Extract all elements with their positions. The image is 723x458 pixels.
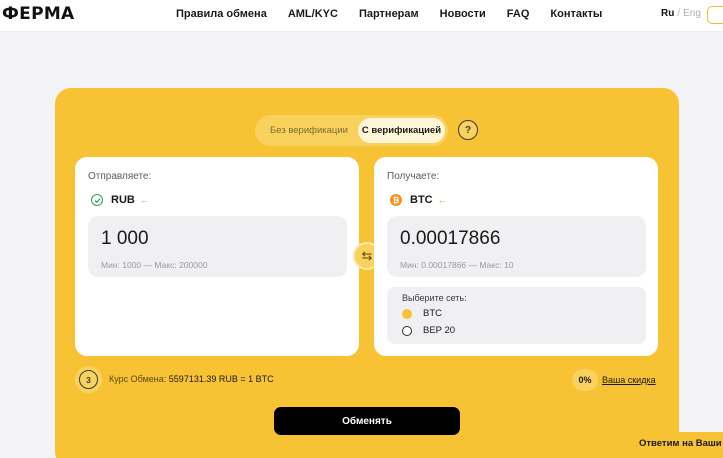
network-selector: Выберите сеть: BTC BEP 20: [387, 287, 646, 344]
question-circle-icon[interactable]: ?: [458, 120, 478, 140]
arrow-left-icon: ←: [139, 195, 149, 205]
bitcoin-icon: ₿: [390, 194, 402, 206]
network-option-label: BTC: [423, 308, 442, 319]
lang-ru[interactable]: Ru: [661, 8, 674, 19]
check-circle-icon: [91, 194, 103, 206]
discount-badge: 0%: [572, 369, 598, 391]
tab-with-verification[interactable]: С верификацией: [358, 118, 445, 143]
exchange-card: Без верификации С верификацией ? Отправл…: [55, 88, 679, 458]
nav-contacts[interactable]: Контакты: [550, 8, 602, 20]
main-nav: Правила обмена AML/KYC Партнерам Новости…: [176, 8, 623, 20]
send-label: Отправляете:: [88, 171, 152, 182]
nav-news[interactable]: Новости: [440, 8, 486, 20]
discount-link[interactable]: Ваша скидка: [602, 375, 656, 385]
nav-faq[interactable]: FAQ: [507, 8, 530, 20]
receive-currency-code: BTC: [410, 194, 433, 206]
lang-separator: /: [677, 8, 681, 19]
verification-toggle: Без верификации С верификацией: [255, 115, 448, 146]
send-amount-field[interactable]: 1 000 Мин: 1000 — Макс: 200000: [88, 216, 347, 277]
rate-value: 5597131.39 RUB = 1 BTC: [168, 374, 274, 384]
receive-label: Получаете:: [387, 171, 440, 182]
network-option-bep20[interactable]: BEP 20: [402, 325, 455, 336]
send-panel: Отправляете: RUB ← 1 000 Мин: 1000 — Мак…: [75, 157, 359, 356]
nav-rules[interactable]: Правила обмена: [176, 8, 267, 20]
exchange-button[interactable]: Обменять: [274, 407, 460, 435]
account-button[interactable]: [707, 6, 723, 24]
logo[interactable]: ФЕРМА: [2, 4, 75, 24]
exchange-rate: Курс Обмена: 5597131.39 RUB = 1 BTC: [109, 374, 274, 384]
send-currency-code: RUB: [111, 194, 135, 206]
lang-eng[interactable]: Eng: [683, 8, 701, 19]
receive-amount-value: 0.00017866: [400, 228, 501, 249]
tab-without-verification[interactable]: Без верификации: [261, 118, 357, 143]
receive-currency-selector[interactable]: ₿ BTC ←: [390, 194, 447, 206]
rate-countdown: 3: [79, 370, 98, 389]
rate-label: Курс Обмена:: [109, 374, 167, 384]
radio-selected[interactable]: [402, 308, 412, 319]
send-amount-value: 1 000: [101, 228, 149, 249]
network-option-label: BEP 20: [423, 325, 456, 336]
radio-unselected[interactable]: [402, 325, 412, 336]
receive-amount-field[interactable]: 0.00017866 Мин: 0.00017866 — Макс: 10: [387, 216, 646, 277]
network-title: Выберите сеть:: [402, 293, 467, 303]
network-option-btc[interactable]: BTC: [402, 308, 442, 319]
language-switcher: Ru / Eng: [661, 8, 701, 19]
receive-panel: Получаете: ₿ BTC ← 0.00017866 Мин: 0.000…: [374, 157, 658, 356]
receive-limits: Мин: 0.00017866 — Макс: 10: [400, 260, 514, 270]
chat-widget[interactable]: Ответим на Ваши вопросы: [629, 432, 723, 458]
send-limits: Мин: 1000 — Макс: 200000: [101, 260, 208, 270]
nav-aml-kyc[interactable]: AML/KYC: [288, 8, 338, 20]
nav-partners[interactable]: Партнерам: [359, 8, 419, 20]
header: ФЕРМА Правила обмена AML/KYC Партнерам Н…: [0, 0, 723, 32]
send-currency-selector[interactable]: RUB ←: [91, 194, 149, 206]
arrow-left-icon: ←: [437, 195, 447, 205]
